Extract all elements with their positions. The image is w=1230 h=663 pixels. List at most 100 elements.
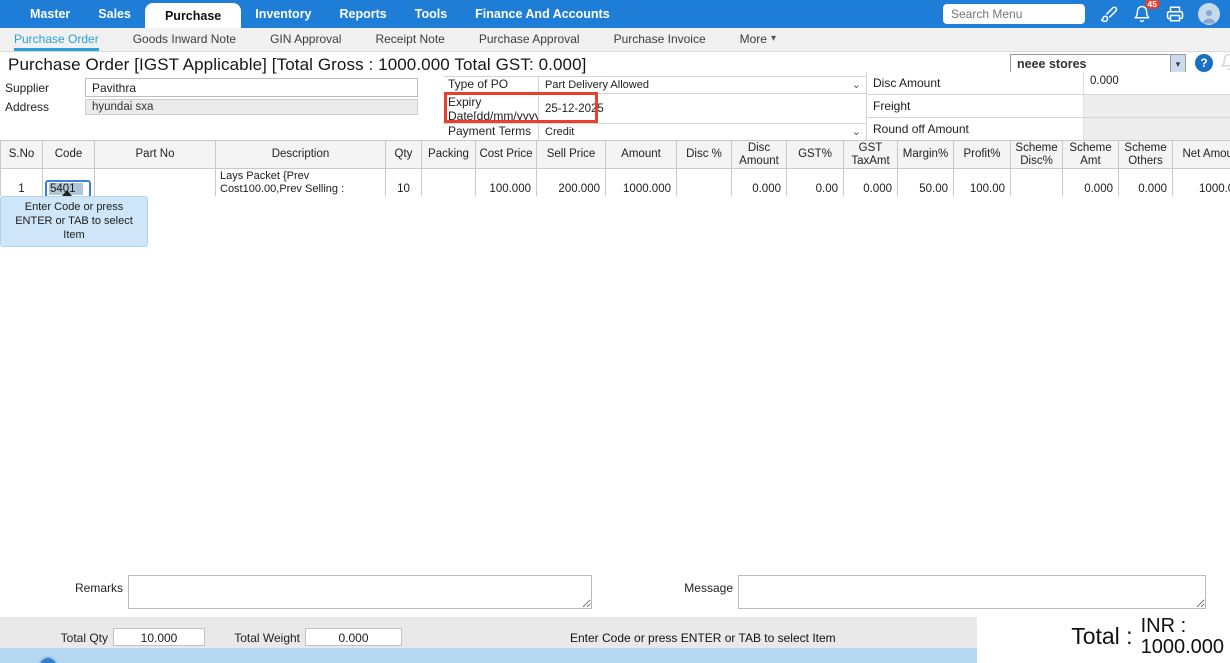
tab-more-label: More — [739, 31, 767, 46]
cell-gst-pct: 0.00 — [786, 168, 844, 196]
purchase-subtabs: Purchase Order Goods Inward Note GIN App… — [0, 28, 1230, 52]
grand-total: Total : INR : 1000.000 — [977, 610, 1230, 663]
theme-brush-icon[interactable] — [1099, 5, 1118, 24]
store-selector-arrow-icon[interactable] — [1171, 54, 1186, 74]
cell-scheme-others[interactable]: 0.000 — [1118, 168, 1173, 196]
cell-packing[interactable] — [421, 168, 476, 196]
column-header: Qty — [385, 140, 422, 170]
supplier-input[interactable]: Pavithra — [85, 78, 418, 97]
items-table: S.No Code Part No Description Qty Packin… — [0, 140, 1230, 196]
menu-sales[interactable]: Sales — [84, 0, 145, 28]
chevron-down-icon — [852, 78, 861, 91]
total-weight-field[interactable]: 0.000 — [305, 628, 402, 646]
chevron-down-icon — [771, 33, 776, 44]
cell-cost-price[interactable]: 100.000 — [475, 168, 537, 196]
column-header: Scheme Others — [1118, 140, 1173, 170]
user-avatar[interactable] — [1198, 3, 1220, 25]
po-options-panel: Type of PO Part Delivery Allowed Expiry … — [443, 76, 866, 140]
column-header: S.No — [0, 140, 43, 170]
type-of-po-label: Type of PO — [448, 77, 509, 91]
address-field[interactable]: hyundai sxa — [85, 99, 418, 115]
menu-reports[interactable]: Reports — [326, 0, 401, 28]
cell-net-amount: 1000.000 — [1172, 168, 1230, 196]
total-weight-label: Total Weight — [234, 631, 300, 645]
disc-amount-field[interactable]: 0.000 — [1083, 72, 1230, 94]
menu-master[interactable]: Master — [16, 0, 84, 28]
supplier-label: Supplier — [5, 81, 50, 95]
top-navbar: Master Sales Purchase Inventory Reports … — [0, 0, 1230, 28]
cell-scheme-amt[interactable]: 0.000 — [1062, 168, 1119, 196]
cell-disc-amount[interactable]: 0.000 — [731, 168, 787, 196]
cell-profit-pct: 100.00 — [953, 168, 1011, 196]
round-off-amount-field[interactable] — [1083, 118, 1230, 140]
payment-terms-label: Payment Terms — [448, 124, 532, 138]
total-qty-label: Total Qty — [60, 631, 108, 645]
cell-amount: 1000.000 — [605, 168, 677, 196]
column-header: Part No — [94, 140, 216, 170]
tab-purchase-invoice[interactable]: Purchase Invoice — [614, 28, 706, 51]
column-header: GST% — [786, 140, 844, 170]
column-header: Description — [215, 140, 386, 170]
type-of-po-value: Part Delivery Allowed — [545, 79, 649, 91]
cell-qty[interactable]: 10 — [385, 168, 422, 196]
remarks-label: Remarks — [74, 581, 123, 595]
store-selector-value[interactable]: neee stores — [1010, 54, 1171, 74]
cell-scheme-disc-pct[interactable] — [1010, 168, 1063, 196]
expiry-date-field[interactable]: 25-12-2025 — [538, 94, 866, 123]
charges-panel: Disc Amount 0.000 Freight Round off Amou… — [866, 72, 1230, 141]
search-input[interactable] — [943, 4, 1085, 24]
cell-margin-pct: 50.00 — [897, 168, 954, 196]
cell-disc-pct[interactable] — [676, 168, 732, 196]
total-qty-field[interactable]: 10.000 — [113, 628, 205, 646]
notification-badge: 45 — [1144, 0, 1160, 9]
column-header: Sell Price — [536, 140, 606, 170]
tab-purchase-order[interactable]: Purchase Order — [14, 28, 99, 51]
grand-total-label: Total : — [1071, 623, 1133, 649]
menu-purchase[interactable]: Purchase — [144, 3, 242, 28]
cell-description: Lays Packet {Prev Cost100.00,Prev Sellin… — [215, 168, 386, 196]
freight-field[interactable] — [1083, 95, 1230, 117]
code-entry-tooltip: Enter Code or press ENTER or TAB to sele… — [0, 196, 148, 248]
table-row: 1 5401 Lays Packet {Prev Cost100.00,Prev… — [0, 168, 1230, 196]
type-of-po-select[interactable]: Part Delivery Allowed — [538, 77, 866, 93]
notifications-bell-icon[interactable]: 45 — [1132, 0, 1160, 24]
remarks-textarea[interactable] — [128, 575, 592, 609]
round-off-amount-label: Round off Amount — [867, 118, 1083, 140]
tab-receipt-note[interactable]: Receipt Note — [375, 28, 444, 51]
table-header-row: S.No Code Part No Description Qty Packin… — [0, 140, 1230, 170]
tab-more[interactable]: More — [740, 28, 776, 51]
tab-purchase-approval[interactable]: Purchase Approval — [479, 28, 580, 51]
column-header: Net Amount — [1172, 140, 1230, 170]
message-textarea[interactable] — [738, 575, 1206, 609]
column-header: Scheme Disc% — [1010, 140, 1063, 170]
cell-sno: 1 — [0, 168, 43, 196]
disc-amount-label: Disc Amount — [867, 72, 1083, 94]
help-icon[interactable] — [1195, 54, 1213, 72]
column-header: GST TaxAmt — [843, 140, 898, 170]
column-header: Packing — [421, 140, 476, 170]
column-header: Cost Price — [475, 140, 537, 170]
column-header: Disc % — [676, 140, 732, 170]
payment-terms-select[interactable]: Credit — [538, 124, 866, 140]
column-header: Code — [42, 140, 95, 170]
print-icon[interactable] — [1165, 5, 1184, 24]
tab-gin-approval[interactable]: GIN Approval — [270, 28, 341, 51]
grand-total-value: INR : 1000.000 — [1140, 615, 1224, 658]
main-menu: Master Sales Purchase Inventory Reports … — [0, 0, 624, 28]
page-title: Purchase Order [IGST Applicable] [Total … — [8, 54, 587, 74]
cell-gst-taxamt: 0.000 — [843, 168, 898, 196]
store-selector[interactable]: neee stores — [1010, 54, 1186, 74]
message-label: Message — [684, 581, 733, 595]
menu-inventory[interactable]: Inventory — [241, 0, 325, 28]
cell-sell-price[interactable]: 200.000 — [536, 168, 606, 196]
menu-finance-and-accounts[interactable]: Finance And Accounts — [461, 0, 624, 28]
payment-terms-value: Credit — [545, 126, 575, 138]
menu-tools[interactable]: Tools — [401, 0, 461, 28]
column-header: Amount — [605, 140, 677, 170]
expiry-date-label: Expiry Date[dd/mm/yyyy] — [448, 95, 545, 123]
column-header: Margin% — [897, 140, 954, 170]
tab-goods-inward-note[interactable]: Goods Inward Note — [133, 28, 236, 51]
grand-total-amount: 1000.000 — [1140, 635, 1224, 658]
expiry-date-value: 25-12-2025 — [545, 102, 604, 115]
address-label: Address — [5, 100, 50, 114]
